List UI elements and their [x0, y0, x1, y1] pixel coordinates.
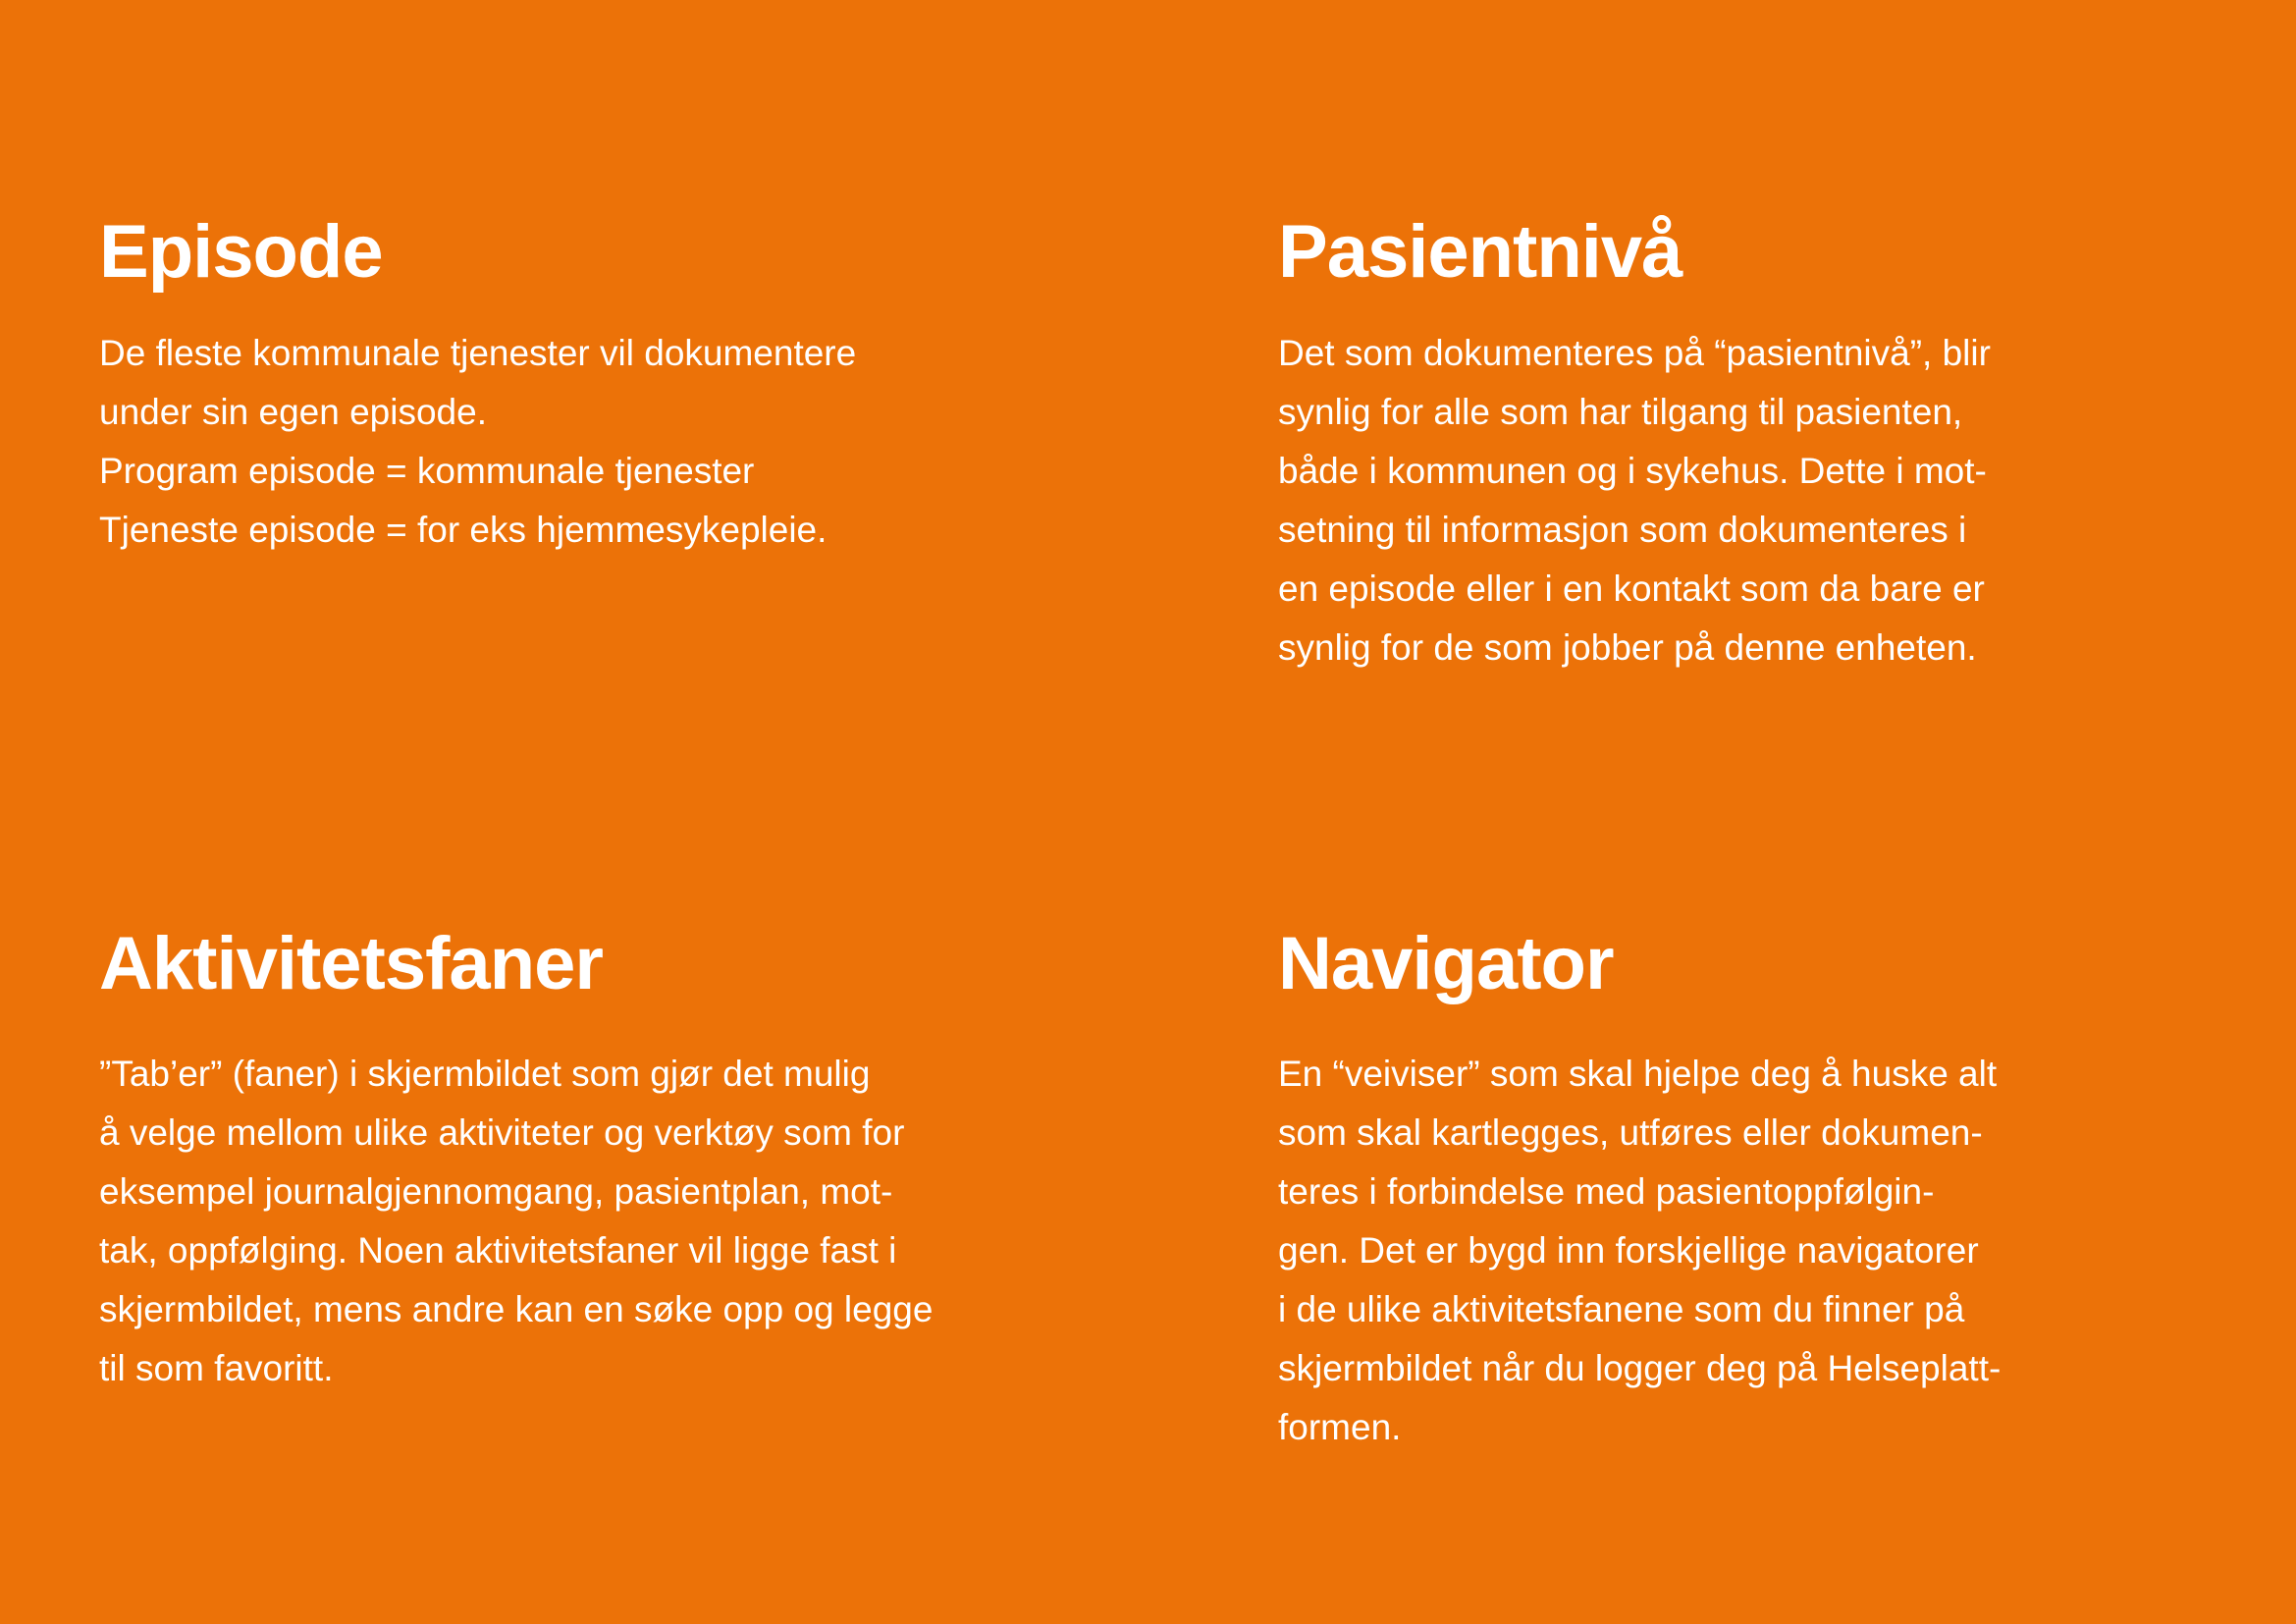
- pasientniva-heading: Pasientnivå: [1278, 210, 1682, 294]
- text-line: teres i forbindelse med pasientoppfølgin…: [1278, 1171, 1935, 1212]
- pasientniva-text: Det som dokumenteres på “pasientnivå”, b…: [1278, 324, 1991, 677]
- text-line: En “veiviser” som skal hjelpe deg å husk…: [1278, 1054, 1998, 1094]
- text-line: i de ulike aktivitetsfanene som du finne…: [1278, 1289, 1965, 1329]
- text-line: både i kommunen og i sykehus. Dette i mo…: [1278, 451, 1987, 491]
- aktivitetsfaner-heading: Aktivitetsfaner: [99, 922, 604, 1005]
- text-line: Tjeneste episode = for eks hjemmesykeple…: [99, 510, 828, 550]
- text-line: De fleste kommunale tjenester vil dokume…: [99, 333, 857, 373]
- text-line: under sin egen episode.: [99, 392, 487, 432]
- text-line: skjermbildet, mens andre kan en søke opp…: [99, 1289, 934, 1329]
- text-line: formen.: [1278, 1407, 1402, 1447]
- text-line: ”Tab’er” (faner) i skjermbildet som gjør…: [99, 1054, 871, 1094]
- text-line: synlig for alle som har tilgang til pasi…: [1278, 392, 1963, 432]
- text-line: tak, oppfølging. Noen aktivitetsfaner vi…: [99, 1230, 897, 1271]
- text-line: som skal kartlegges, utføres eller dokum…: [1278, 1112, 1983, 1153]
- text-line: setning til informasjon som dokumenteres…: [1278, 510, 1967, 550]
- text-line: Program episode = kommunale tjenester: [99, 451, 755, 491]
- text-line: eksempel journalgjennomgang, pasientplan…: [99, 1171, 893, 1212]
- text-line: å velge mellom ulike aktiviteter og verk…: [99, 1112, 905, 1153]
- text-line: skjermbildet når du logger deg på Helsep…: [1278, 1348, 2002, 1388]
- navigator-text: En “veiviser” som skal hjelpe deg å husk…: [1278, 1045, 2001, 1457]
- navigator-heading: Navigator: [1278, 922, 1615, 1005]
- text-line: synlig for de som jobber på denne enhete…: [1278, 627, 1977, 668]
- text-line: gen. Det er bygd inn forskjellige naviga…: [1278, 1230, 1979, 1271]
- episode-heading: Episode: [99, 210, 384, 294]
- episode-text: De fleste kommunale tjenester vil dokume…: [99, 324, 856, 560]
- text-line: til som favoritt.: [99, 1348, 334, 1388]
- text-line: Det som dokumenteres på “pasientnivå”, b…: [1278, 333, 1991, 373]
- text-line: en episode eller i en kontakt som da bar…: [1278, 568, 1985, 609]
- aktivitetsfaner-text: ”Tab’er” (faner) i skjermbildet som gjør…: [99, 1045, 933, 1398]
